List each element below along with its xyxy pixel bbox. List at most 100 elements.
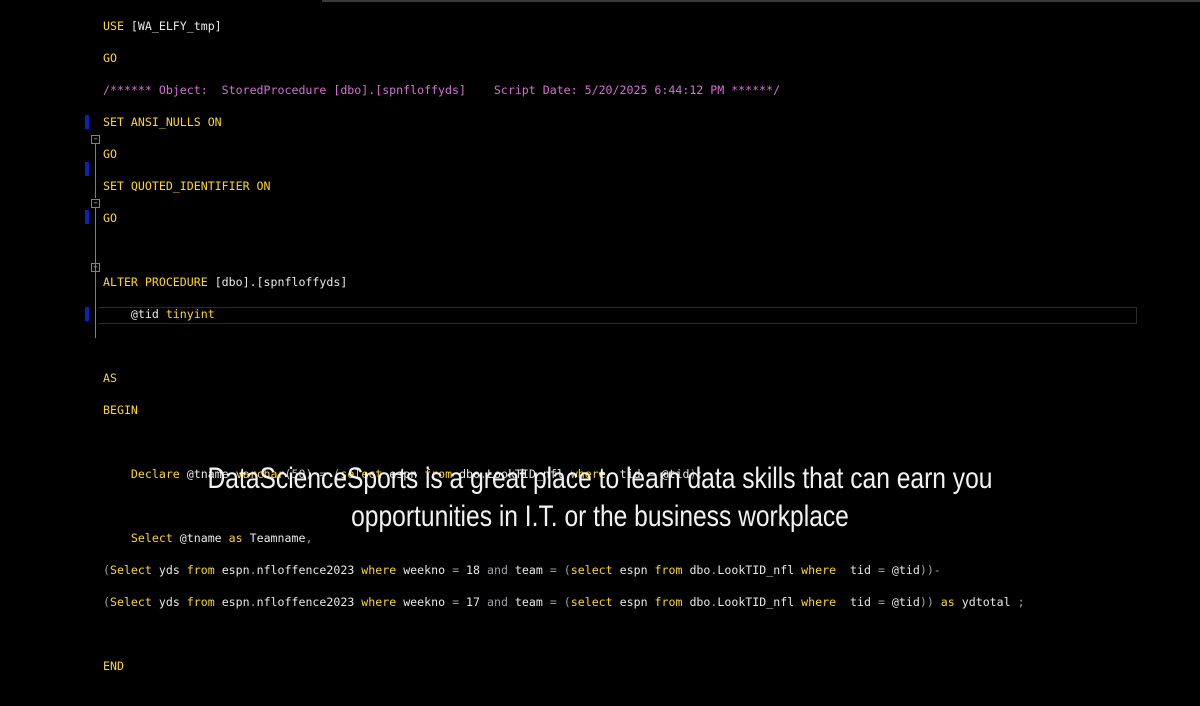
change-marker: [85, 115, 89, 129]
identifier: team: [514, 563, 550, 577]
operator: (: [103, 563, 110, 577]
caption-line-1: DataScienceSports is a great place to le…: [207, 462, 993, 495]
code-line-21: END: [103, 658, 1025, 674]
identifier: espn: [221, 563, 250, 577]
identifier: LookTID_nfl: [717, 595, 802, 609]
keyword: from: [654, 595, 690, 609]
code-line-6: SET QUOTED_IDENTIFIER ON: [103, 178, 1025, 194]
code-line-13: BEGIN: [103, 402, 1025, 418]
change-marker: [85, 162, 89, 176]
sql-editor[interactable]: − − − USE [WA_ELFY_tmp] GO /****** Objec…: [0, 0, 1200, 673]
code-line-7: GO: [103, 210, 1025, 226]
operator: =: [549, 563, 564, 577]
keyword: where: [361, 595, 404, 609]
caption-line-2: opportunities in I.T. or the business wo…: [351, 500, 849, 533]
code-line-4: SET ANSI_NULLS ON: [103, 114, 1025, 130]
operator: .: [249, 563, 257, 577]
parameter: @tid: [103, 307, 166, 321]
code-line-12: AS: [103, 370, 1025, 386]
collapse-icon[interactable]: −: [91, 263, 100, 272]
keyword: select: [570, 595, 620, 609]
operator: (: [563, 595, 571, 609]
identifier: tid: [850, 563, 878, 577]
keyword: tinyint: [165, 307, 215, 321]
operator: and: [486, 563, 515, 577]
code-line-18: (Select yds from espn.nfloffence2023 whe…: [103, 562, 1025, 578]
keyword: where: [361, 563, 404, 577]
collapse-icon[interactable]: −: [91, 199, 100, 208]
code-line-3: /****** Object: StoredProcedure [dbo].[s…: [103, 82, 1025, 98]
keyword: BEGIN: [103, 403, 138, 417]
operator: ;: [1017, 595, 1025, 609]
operator: =: [877, 563, 892, 577]
code-line-5: GO: [103, 146, 1025, 162]
keyword: SET QUOTED_IDENTIFIER ON: [103, 179, 271, 193]
change-marker: [85, 210, 89, 224]
identifier: ydtotal: [961, 595, 1018, 609]
keyword: GO: [103, 51, 117, 65]
identifier: LookTID_nfl: [717, 563, 802, 577]
collapse-icon[interactable]: −: [91, 135, 100, 144]
code-line-10: @tid tinyint: [103, 306, 1025, 322]
operator: (: [563, 563, 571, 577]
keyword: select: [570, 563, 620, 577]
operator: =: [452, 595, 467, 609]
keyword: from: [186, 563, 222, 577]
identifier: dbo: [689, 595, 711, 609]
identifier: [WA_ELFY_tmp]: [130, 19, 222, 33]
operator: (: [103, 595, 110, 609]
keyword: from: [186, 595, 222, 609]
code-text[interactable]: USE [WA_ELFY_tmp] GO /****** Object: Sto…: [103, 2, 1025, 706]
keyword: Select: [109, 595, 159, 609]
operator: =: [452, 563, 467, 577]
identifier: weekno: [403, 563, 453, 577]
identifier: dbo: [689, 563, 711, 577]
operator: )): [919, 595, 941, 609]
keyword: where: [801, 563, 851, 577]
identifier: espn: [619, 595, 655, 609]
operator: and: [486, 595, 515, 609]
comment: /****** Object: StoredProcedure [dbo].[s…: [103, 83, 781, 97]
code-line-9: ALTER PROCEDURE [dbo].[spnfloffyds]: [103, 274, 1025, 290]
outline-guide: [95, 208, 96, 338]
keyword: Select: [109, 563, 159, 577]
identifier: team: [514, 595, 550, 609]
identifier: tid: [850, 595, 878, 609]
variable: @tid: [891, 595, 920, 609]
identifier: espn: [619, 563, 655, 577]
identifier: yds: [158, 595, 187, 609]
code-line-1: USE [WA_ELFY_tmp]: [103, 18, 1025, 34]
keyword: SET ANSI_NULLS ON: [103, 115, 222, 129]
keyword: USE: [103, 19, 131, 33]
keyword: where: [801, 595, 851, 609]
outline-guide: [95, 144, 96, 198]
operator: .: [710, 563, 718, 577]
keyword: AS: [103, 371, 117, 385]
identifier: nfloffence2023: [256, 595, 362, 609]
identifier: [dbo].[spnfloffyds]: [214, 275, 348, 289]
variable: @tid: [891, 563, 920, 577]
identifier: espn: [221, 595, 250, 609]
code-line-19: (Select yds from espn.nfloffence2023 whe…: [103, 594, 1025, 610]
operator: =: [877, 595, 892, 609]
caption: DataScienceSports is a great place to le…: [108, 460, 1092, 536]
keyword: ALTER PROCEDURE: [103, 275, 215, 289]
change-marker: [85, 307, 89, 321]
code-line-2: GO: [103, 50, 1025, 66]
number: 18: [466, 563, 487, 577]
keyword: from: [654, 563, 690, 577]
identifier: yds: [158, 563, 187, 577]
operator: .: [249, 595, 257, 609]
operator: ))-: [919, 563, 941, 577]
identifier: weekno: [403, 595, 453, 609]
keyword: END: [103, 659, 124, 673]
number: 17: [466, 595, 487, 609]
identifier: nfloffence2023: [256, 563, 362, 577]
keyword: GO: [103, 211, 117, 225]
keyword: GO: [103, 147, 117, 161]
operator: .: [710, 595, 718, 609]
